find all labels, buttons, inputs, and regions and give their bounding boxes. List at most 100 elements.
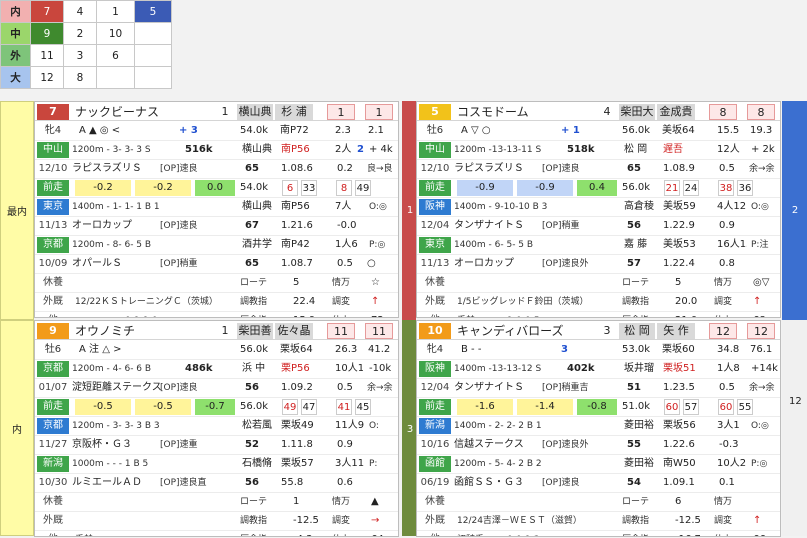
jockey-name[interactable]: 横山典 <box>237 104 273 120</box>
race-name[interactable]: オーロカップ <box>72 217 162 235</box>
race-prize: 516k <box>185 144 213 155</box>
card-header: 9 オウノミチ 1 柴田善 佐々晶 11 11 <box>35 321 398 340</box>
race-diff: 0.2 <box>337 163 353 174</box>
horse-card[interactable]: 5 コスモドーム 4 柴田大 金成貴 8 8 牡6 A ▽ ○ + 1 56.0k 美坂64 15.5 1… <box>416 101 781 318</box>
race-name[interactable]: ルミエールＡＤ <box>72 474 162 492</box>
race-diff: 0.5 <box>337 258 353 269</box>
summary-cell[interactable]: 12 <box>30 66 64 89</box>
info-row: 06/19 函館ＳＳ・Ｇ３ [OP]速良 54 1.09.1 0.1 <box>417 474 780 493</box>
race-detail: 1400m - 6- 5- 5 B <box>454 240 534 250</box>
race-date: 10/16 <box>420 439 450 450</box>
race-name[interactable]: オーロカップ <box>454 255 544 273</box>
section-label-bottom: 内 <box>0 320 34 536</box>
horse-name[interactable]: コスモドーム <box>457 104 529 120</box>
info-row: 前走 -1.6 -1.4 -0.8 51.0k 60 57 60 55 <box>417 398 780 417</box>
summary-cell[interactable] <box>134 66 172 89</box>
rote-mark <box>753 493 780 511</box>
summary-cell[interactable] <box>134 22 172 45</box>
race-class: [OP]速良 <box>160 164 198 174</box>
summary-cell[interactable]: 8 <box>63 66 97 89</box>
rote-value: 1 <box>293 496 300 507</box>
race-popularity: 16人15 <box>717 239 747 250</box>
summary-cell[interactable]: 9 <box>30 22 64 45</box>
trainer-name[interactable]: 杉 浦 <box>275 104 313 120</box>
odds-1: 12 <box>709 323 737 339</box>
race-diff: -0.3 <box>719 439 739 450</box>
race-place: 新潟 <box>37 456 69 472</box>
summary-row-label: 外 <box>0 44 31 67</box>
odds-2: 8 <box>747 104 775 120</box>
race-date: 12/10 <box>38 163 68 174</box>
race-tag: 美坂59 <box>663 201 696 212</box>
summary-cell[interactable]: 3 <box>63 44 97 67</box>
race-weight: 54 <box>627 477 641 488</box>
summary-cell[interactable] <box>96 66 135 89</box>
race-date: 12/04 <box>420 382 450 393</box>
horse-card[interactable]: 9 オウノミチ 1 柴田善 佐々晶 11 11 牡6 A 注 △ > 56.0k 栗坂64 26.3 4… <box>34 320 399 537</box>
odds-1: 1 <box>327 104 355 120</box>
summary-cell[interactable]: 10 <box>96 22 135 45</box>
trainer-name[interactable]: 金成貴 <box>657 104 695 120</box>
jouhou-label: 情万 <box>332 278 351 288</box>
race-tag: 南W50 <box>663 458 696 469</box>
prev-weight: 54.0k <box>240 182 269 193</box>
race-weight-diff: + 4k <box>369 144 393 155</box>
trainer-name[interactable]: 矢 作 <box>657 323 695 339</box>
finish-mark: 68→ <box>753 312 780 317</box>
outside-stable-label: 外厩 <box>43 515 63 526</box>
horse-name[interactable]: オウノミチ <box>75 323 135 339</box>
horse-name[interactable]: ナックビーナス <box>75 104 159 120</box>
summary-cell[interactable]: 1 <box>96 0 135 23</box>
summary-cell[interactable]: 11 <box>30 44 64 67</box>
race-name[interactable]: オパールＳ <box>72 255 162 273</box>
horse-name[interactable]: キャンディバローズ <box>457 323 564 339</box>
horse-number: 7 <box>37 104 69 120</box>
record-comment <box>125 531 235 536</box>
jockey-name[interactable]: 柴田大 <box>619 104 655 120</box>
prev-h: 6 <box>282 180 298 196</box>
time-value-2: 2.1 <box>368 125 384 136</box>
race-time: 1.08.7 <box>281 258 313 269</box>
race-rating: P:◎ <box>751 459 768 469</box>
race-diff: 0.9 <box>337 439 353 450</box>
training-value: -12.5 <box>675 515 701 526</box>
race-cond: 余→余 <box>749 383 775 393</box>
horse-card[interactable]: 10 キャンディバローズ 3 松 岡矢 作 12 12 牝4 B - - 3 53.0k 栗坂60 3… <box>416 320 781 537</box>
prev-h: 49 <box>282 399 298 415</box>
rote-mark: ▲ <box>371 496 379 507</box>
summary-cell[interactable]: 2 <box>63 22 97 45</box>
prev-h: 60 <box>664 399 680 415</box>
info-row: 10/30 ルミエールＡＤ [OP]速良直 56 55.8 0.6 <box>35 474 398 493</box>
race-name[interactable]: 函館ＳＳ・Ｇ３ <box>454 474 544 492</box>
trainer-name[interactable]: 佐々晶 <box>275 323 313 339</box>
summary-cell[interactable]: 4 <box>63 0 97 23</box>
rote-value: 5 <box>675 277 682 288</box>
training-change-label: 調変 <box>714 297 733 307</box>
race-cond: 良→良 <box>367 164 393 174</box>
race-place: 京都 <box>37 418 69 434</box>
race-tag: 南P56 <box>281 201 310 212</box>
sex-age: 牡6 <box>37 342 69 358</box>
summary-cell[interactable] <box>134 44 172 67</box>
jockey-name[interactable]: 松 岡 <box>619 323 655 339</box>
summary-cell[interactable]: 7 <box>30 0 64 23</box>
training-label: 調教指 <box>240 297 268 307</box>
other-comment: 乗替 <box>457 312 507 317</box>
race-name[interactable]: タンザナイトＳ <box>454 217 544 235</box>
rest-label: 休養 <box>425 496 445 507</box>
summary-cell[interactable]: 5 <box>134 0 172 23</box>
race-name[interactable]: 信越ステークス <box>454 436 544 454</box>
prev-j: 60 <box>718 399 734 415</box>
training-mark: ↑ <box>753 515 762 526</box>
race-prize: 518k <box>567 144 595 155</box>
race-name[interactable]: 京阪杯・Ｇ３ <box>72 436 162 454</box>
odds-2: 1 <box>365 104 393 120</box>
rote-mark: ◎▽ <box>753 277 770 288</box>
horse-card[interactable]: 7 ナックビーナス 1 横山典杉 浦 1 1 牝4 A ▲ ◎ < + 3 54.0k 南P72 2.… <box>34 101 399 318</box>
info-row: 外厩 1/5ビッグレッドＦ鈴田（茨城） 調教指 20.0 調変 ↑ <box>417 293 780 312</box>
race-date: 11/27 <box>38 439 68 450</box>
summary-cell[interactable]: 6 <box>96 44 135 67</box>
info-row: 京都 1200m - 3- 3- 3 B 3 松若風 栗坂49 11人9 O: <box>35 417 398 436</box>
prediction-marks: A ▲ ◎ < <box>79 125 121 136</box>
jockey-name[interactable]: 柴田善 <box>237 323 273 339</box>
